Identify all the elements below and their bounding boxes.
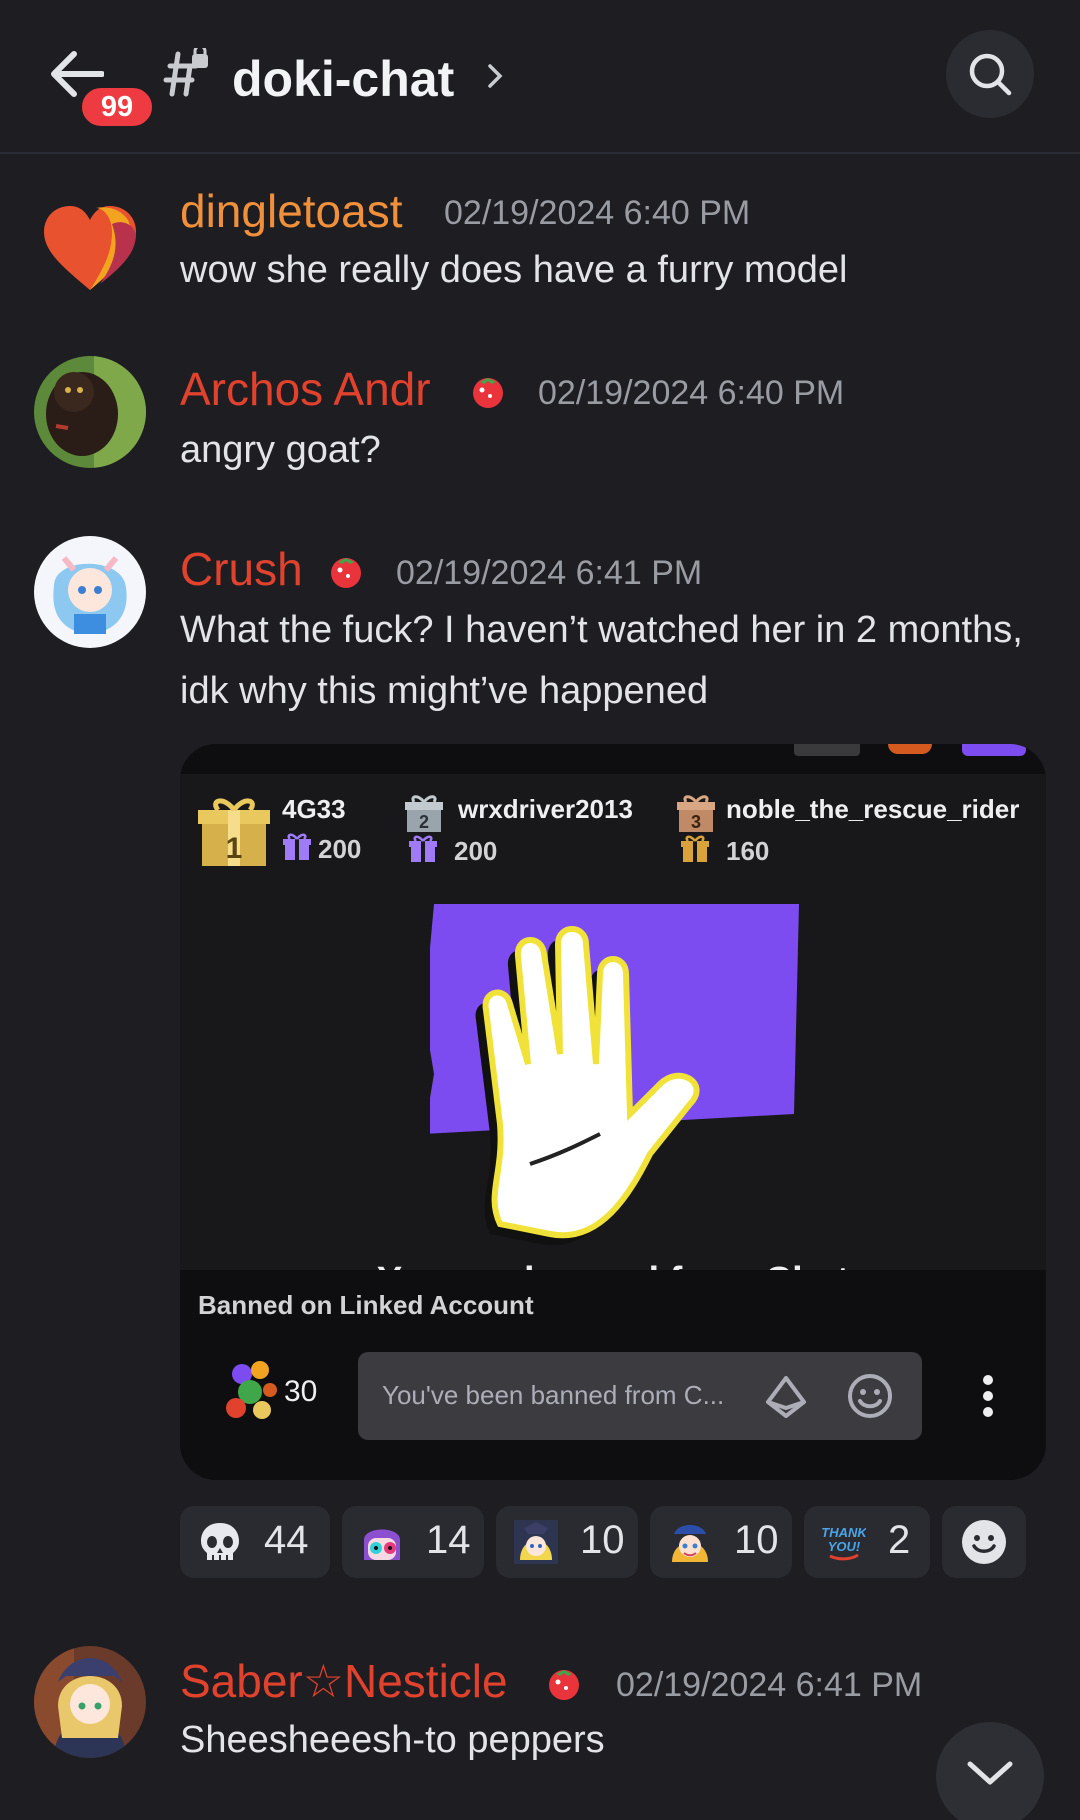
- message-text: What the fuck? I haven’t watched her in …: [180, 609, 1023, 712]
- gift-icon: [409, 835, 437, 862]
- unread-badge: 99: [78, 84, 156, 130]
- anime-knight-avatar[interactable]: [34, 1646, 146, 1758]
- bits-diamond-icon[interactable]: [764, 1374, 808, 1420]
- gift-count: 200: [318, 834, 362, 864]
- raised-hand-ban-icon: [430, 904, 799, 1246]
- reaction-thank-you[interactable]: THANK YOU! 2: [804, 1506, 930, 1578]
- anime-hat-girl-emoji: [672, 1525, 708, 1562]
- message[interactable]: Archos Andr 02/19/2024 6:40 PM angry goa…: [0, 350, 1080, 490]
- gift-icon: [681, 835, 709, 862]
- message-text: wow she really does have a furry model: [180, 249, 848, 291]
- gifter-name[interactable]: 4G33: [282, 794, 346, 825]
- reaction-count: 14: [426, 1518, 471, 1562]
- svg-text:YOU!: YOU!: [828, 1539, 861, 1554]
- top-strip: [180, 744, 1046, 774]
- tomato-icon: [549, 1670, 579, 1700]
- svg-text:THANK: THANK: [822, 1525, 866, 1540]
- add-reaction-button[interactable]: [942, 1506, 1026, 1578]
- gifter-name[interactable]: noble_the_rescue_rider: [726, 794, 1019, 825]
- username[interactable]: Archos Andr: [180, 362, 431, 416]
- message[interactable]: Saber☆Nesticle 02/19/2024 6:41 PM Sheesh…: [0, 1638, 1080, 1820]
- timestamp: 02/19/2024 6:40 PM: [444, 194, 751, 232]
- thank-you-emoji: THANK YOU!: [822, 1525, 866, 1561]
- message-text: angry goat?: [180, 429, 381, 471]
- reaction-shocked-anime[interactable]: 14: [342, 1506, 484, 1578]
- username[interactable]: Crush: [180, 542, 303, 596]
- add-reaction-icon: [962, 1520, 1006, 1564]
- rank-number: 1: [226, 832, 243, 865]
- channel-header: 99 doki-chat: [0, 0, 1080, 154]
- reaction-count: 2: [888, 1518, 911, 1562]
- channel-title[interactable]: doki-chat: [232, 50, 454, 108]
- message-text: Sheesheeesh-to peppers: [180, 1719, 605, 1761]
- chevron-down-icon: [967, 1761, 1013, 1785]
- image-attachment[interactable]: 1 4G33 200 2 wrxdriver2013 200 3 noble_t…: [180, 744, 1046, 1480]
- tomato-icon: [331, 558, 361, 588]
- chat-input-placeholder: You've been banned from C...: [382, 1380, 725, 1410]
- locked-hash-icon: [163, 48, 208, 97]
- username[interactable]: dingletoast: [180, 184, 403, 238]
- more-options-icon[interactable]: [980, 1374, 996, 1418]
- skull-emoji: [201, 1523, 239, 1560]
- rank-number: 2: [419, 812, 429, 832]
- gift-count: 200: [454, 836, 498, 866]
- username[interactable]: Saber☆Nesticle: [180, 1654, 508, 1708]
- rank-number: 3: [691, 812, 701, 832]
- reaction-count: 10: [734, 1518, 779, 1562]
- anime-girl-emoji: [514, 1520, 558, 1564]
- search-icon: [969, 53, 1012, 96]
- bronze-gift-rank-icon: 3: [677, 795, 715, 832]
- reaction-skull[interactable]: 44: [180, 1506, 330, 1578]
- banned-linked-label: Banned on Linked Account: [198, 1290, 534, 1320]
- cat-photo-avatar[interactable]: [34, 356, 146, 468]
- banned-bar: Banned on Linked Account 30 You've been …: [180, 1270, 1046, 1480]
- heart-avatar[interactable]: [34, 190, 146, 302]
- jump-to-latest-button[interactable]: [936, 1722, 1044, 1820]
- timestamp: 02/19/2024 6:41 PM: [616, 1666, 923, 1704]
- gift-icon: [283, 833, 311, 860]
- top-gifters: 1 4G33 200 2 wrxdriver2013 200 3 noble_t…: [180, 774, 1046, 884]
- reaction-anime-girl[interactable]: 10: [496, 1506, 638, 1578]
- reaction-count: 10: [580, 1518, 625, 1562]
- timestamp: 02/19/2024 6:40 PM: [538, 374, 845, 412]
- message[interactable]: dingletoast 02/19/2024 6:40 PM wow she r…: [0, 170, 1080, 310]
- chat-input[interactable]: You've been banned from C...: [358, 1352, 922, 1440]
- anime-girl-avatar[interactable]: [34, 536, 146, 648]
- silver-gift-rank-icon: 2: [405, 795, 443, 832]
- points-count: 30: [284, 1375, 318, 1408]
- reaction-anime-hat-girl[interactable]: 10: [650, 1506, 792, 1578]
- timestamp: 02/19/2024 6:41 PM: [396, 554, 703, 592]
- chevron-right-icon[interactable]: [486, 62, 504, 90]
- tomato-icon: [473, 378, 503, 408]
- gifter-name[interactable]: wrxdriver2013: [458, 794, 633, 825]
- gift-count: 160: [726, 836, 770, 866]
- emote-smiley-icon[interactable]: [846, 1372, 894, 1420]
- shocked-anime-emoji: [364, 1529, 400, 1560]
- reaction-count: 44: [264, 1518, 309, 1562]
- gold-gift-rank-icon: 1: [198, 798, 270, 866]
- search-button[interactable]: [946, 30, 1034, 118]
